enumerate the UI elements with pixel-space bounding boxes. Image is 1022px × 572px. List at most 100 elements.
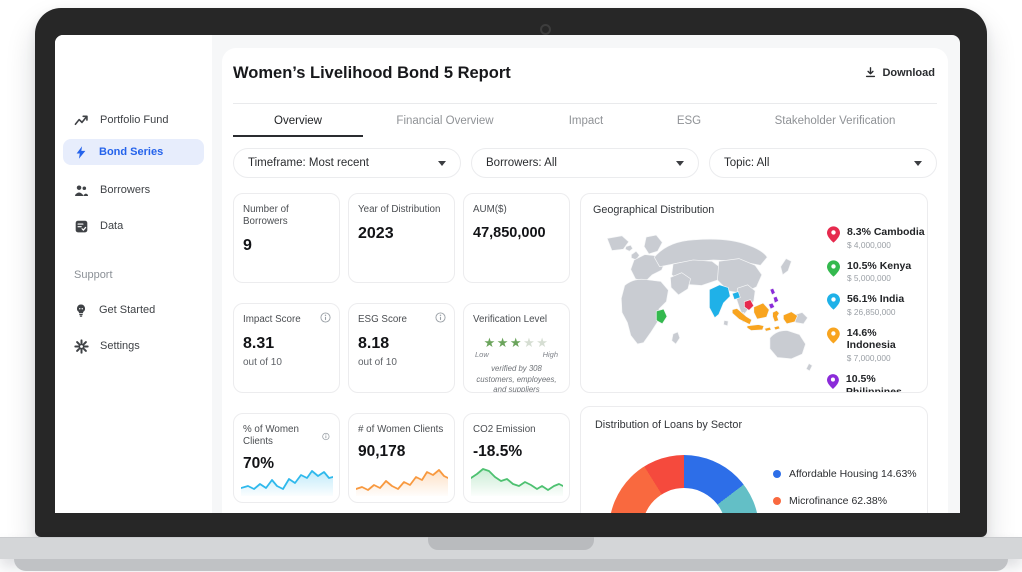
loans-legend-label: Microfinance 62.38% [789,495,887,507]
tab-financial-overview[interactable]: Financial Overview [363,107,527,137]
map-borneo [754,303,769,319]
score-value: 8.18 [358,335,445,353]
geo-title: Geographical Distribution [593,204,915,216]
score-value: 8.31 [243,335,330,353]
chevron-down-icon [438,161,446,166]
sidebar-item-borrowers[interactable]: Borrowers [63,177,204,203]
loans-by-sector-card: Distribution of Loans by Sector Affordab… [580,406,928,513]
chevron-down-icon [914,161,922,166]
kpi-card-co2-emission: CO2 Emission -18.5% [463,413,570,503]
lightbulb-icon [74,303,88,318]
download-label: Download [882,67,935,79]
map-madagascar [672,332,680,344]
star-empty-icon: ★ [523,335,536,350]
geo-legend-title: 56.1% India [847,293,904,306]
rating-low-label: Low [475,350,489,359]
laptop-base-lip [14,559,1008,571]
laptop-mockup: Portfolio Fund Bond Series Borrowers [0,0,1022,572]
stat-card-aum: AUM($) 47,850,000 [463,193,570,283]
stat-label: Year of Distribution [358,204,445,216]
topic-dropdown[interactable]: Topic: All [709,148,937,178]
legend-dot [773,470,781,478]
map-scandinavia [644,235,662,254]
geographical-distribution-card: Geographical Distribution [580,193,928,393]
map-new-zealand [806,364,812,371]
borrowers-dropdown-label: Borrowers: All [486,157,557,169]
timeframe-dropdown-label: Timeframe: Most recent [248,157,369,169]
sidebar-item-get-started[interactable]: Get Started [63,297,204,323]
stat-label: AUM($) [473,204,560,216]
geo-legend-amount: $ 5,000,000 [847,273,911,283]
stat-value: 47,850,000 [473,225,560,241]
sidebar-item-portfolio-fund[interactable]: Portfolio Fund [63,107,204,133]
header-divider [233,103,937,104]
map-lesser-sunda [765,326,780,331]
score-sub: out of 10 [358,357,445,368]
geo-legend-amount: $ 4,000,000 [847,240,925,250]
stat-label: Number of Borrowers [243,204,330,228]
info-icon[interactable] [322,432,330,441]
sidebar-item-label: Bond Series [99,146,163,158]
geo-legend: 8.3% Cambodia $ 4,000,000 10.5% Kenya $ … [827,226,927,393]
stat-card-number-of-borrowers: Number of Borrowers 9 [233,193,340,283]
borrowers-dropdown[interactable]: Borrowers: All [471,148,699,178]
kpi-label: % of Women Clients [243,424,319,448]
kpi-value: 90,178 [358,443,445,461]
info-icon[interactable] [320,312,331,323]
map-iceland [625,245,632,251]
geo-legend-row: 10.5% Kenya $ 5,000,000 [827,260,927,284]
sidebar-item-label: Data [100,220,123,232]
timeframe-dropdown[interactable]: Timeframe: Most recent [233,148,461,178]
star-rating: ★★★★★ [473,336,560,349]
map-sri-lanka [724,320,729,325]
geo-legend-title: 14.6% Indonesia [847,327,927,352]
verification-note: verified by 308 customers, employees, an… [473,364,560,393]
topic-dropdown-label: Topic: All [724,157,769,169]
tab-overview[interactable]: Overview [233,107,363,137]
map-kenya [656,309,667,324]
trend-up-icon [74,113,89,128]
sidebar-item-settings[interactable]: Settings [63,333,204,359]
map-india [709,285,730,318]
loans-legend-label: Affordable Housing 14.63% [789,468,917,480]
score-sub: out of 10 [243,357,330,368]
gear-icon [74,339,89,354]
score-label: Impact Score [243,314,330,326]
verification-level-card: Verification Level ★★★★★ Low High verifi… [463,303,570,393]
star-filled-icon: ★ [510,335,523,350]
score-card-impact: Impact Score 8.31 out of 10 [233,303,340,393]
geo-legend-title: 8.3% Cambodia [847,226,925,239]
stat-value: 9 [243,237,330,255]
legend-dot [773,497,781,505]
sparkline-chart [241,462,333,496]
people-icon [74,183,89,198]
tab-impact[interactable]: Impact [527,107,645,137]
laptop-base-notch [428,537,594,550]
kpi-label: # of Women Clients [358,424,445,436]
map-pin-icon [827,260,840,277]
loans-legend: Affordable Housing 14.63% Microfinance 6… [773,465,917,513]
geo-legend-amount: $ 7,000,000 [847,353,927,363]
info-icon[interactable] [435,312,446,323]
app-screen: Portfolio Fund Bond Series Borrowers [55,35,960,513]
star-filled-icon: ★ [484,335,497,350]
map-pin-icon [827,373,839,390]
sidebar-item-label: Settings [100,340,140,352]
main-panel: Women’s Livelihood Bond 5 Report Downloa… [222,48,948,513]
sidebar-item-bond-series[interactable]: Bond Series [63,139,204,165]
tab-stakeholder-verification[interactable]: Stakeholder Verification [733,107,937,137]
map-australia [770,331,806,359]
geo-legend-row: 56.1% India $ 26,850,000 [827,293,927,317]
kpi-card-pct-women-clients: % of Women Clients 70% [233,413,340,503]
map-pin-icon [827,327,840,344]
tab-esg[interactable]: ESG [645,107,733,137]
lightning-icon [74,145,88,160]
download-button[interactable]: Download [864,66,935,79]
star-empty-icon: ★ [536,335,549,350]
webcam-icon [540,24,551,35]
geo-legend-row: 10.5% Philippines $ 5,000,000 [827,373,927,393]
geo-legend-amount: $ 26,850,000 [847,307,904,317]
sidebar-item-data[interactable]: Data [63,213,204,239]
download-icon [864,66,877,79]
map-java [747,325,764,331]
